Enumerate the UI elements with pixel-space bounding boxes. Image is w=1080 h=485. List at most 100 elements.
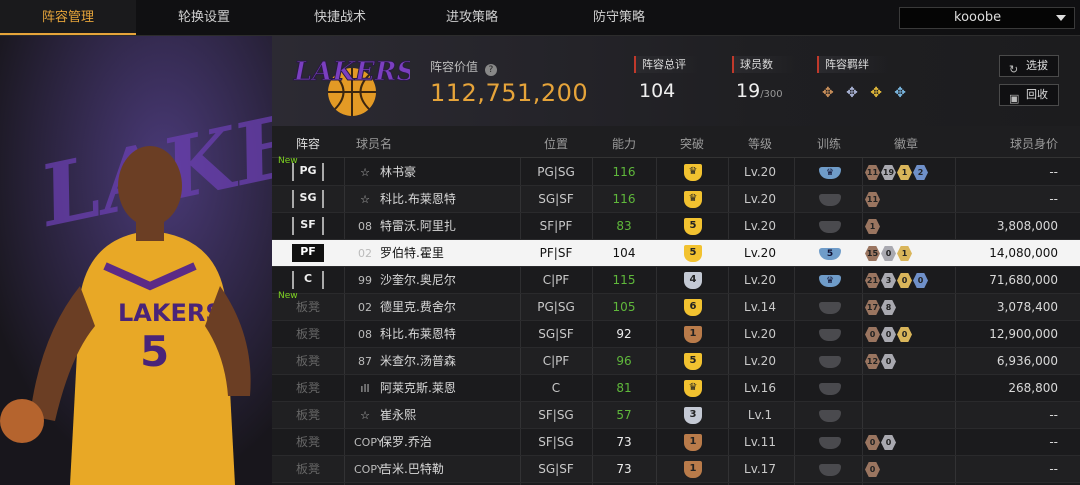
breakthrough-cell: 5 [676,240,712,267]
breakthrough-cell: 3 [676,402,712,429]
player-name[interactable]: 阿莱克斯.莱恩 [380,375,456,402]
slot-label[interactable]: 板凳 [292,456,324,483]
table-row[interactable]: C 99 沙奎尔.奥尼尔 C|PF 115 4 Lv.20 ♛ 21 3 0 0 71,680,000 [272,267,1080,294]
badge-icon: 15 [865,246,880,261]
slot-label[interactable]: PF [292,244,324,262]
col-ability[interactable]: 能力 [612,135,636,152]
bond-icons[interactable]: ✥ ✥ ✥ ✥ [822,82,913,102]
player-level: Lv.11 [744,435,776,449]
lineup-summary-bar: LAKERS 阵容价值 ? 112,751,200 阵容总评 104 球员数 1… [272,36,1080,126]
lineup-bond-label: 阵容羁绊 [817,56,889,73]
table-row[interactable]: 板凳 08 科比.布莱恩特 SG|SF 92 1 Lv.20 0 0 0 12,900,000 [272,321,1080,348]
badge-icon: 17 [865,300,880,315]
account-name: kooobe [954,10,1002,25]
badges-cell: 00 [865,429,955,456]
lineup-value: 112,751,200 [430,79,589,107]
tab-offense-strategy[interactable]: 进攻策略 [404,0,540,35]
team-logo-text: LAKERS [293,57,410,87]
badge-icon: 2 [913,165,928,180]
badge-icon: 1 [897,246,912,261]
badges-cell: 0 [865,456,955,483]
table-row[interactable]: 板凳 ☆ 崔永熙 SF|SG 57 3 Lv.1 -- [272,402,1080,429]
table-row[interactable]: New 板凳 02 德里克.费舍尔 PG|SG 105 6 Lv.14 17 8 3,078,400 [272,291,1080,321]
slot-label[interactable]: PG [292,163,324,181]
slot-label[interactable]: 板凳 [292,348,324,375]
training-cell [812,348,848,375]
table-row[interactable]: 板凳 ıll 阿莱克斯.莱恩 C 81 ♛ Lv.16 268,800 [272,375,1080,402]
table-row[interactable]: 板凳 87 米查尔.汤普森 C|PF 96 5 Lv.20 12 0 6,936,000 [272,348,1080,375]
table-header: 阵容 球员名 位置 能力 突破 等级 训练 徽章 球员身价 [272,126,1080,158]
player-level: Lv.1 [747,408,773,422]
tab-rotation-settings[interactable]: 轮换设置 [136,0,272,35]
tab-quick-tactics[interactable]: 快捷战术 [272,0,408,35]
col-level[interactable]: 等级 [748,135,772,152]
player-name[interactable]: 罗伯特.霍里 [380,240,444,267]
breakthrough-icon: ♛ [684,191,702,208]
player-name[interactable]: 德里克.费舍尔 [380,294,456,321]
player-level: Lv.20 [744,327,776,341]
table-row[interactable]: New PG ☆ 林书豪 PG|SG 116 ♛ Lv.20 ♛ 11 19 1 2 -- [272,156,1080,186]
player-ability: 81 [616,381,632,395]
slot-label[interactable]: 板凳 [292,294,324,321]
slot-label[interactable]: 板凳 [292,402,324,429]
player-count-label: 球员数 [732,56,796,73]
col-training[interactable]: 训练 [817,135,841,152]
player-name[interactable]: 特雷沃.阿里扎 [380,213,456,240]
badge-icon: 11 [865,165,880,180]
slot-label[interactable]: 板凳 [292,429,324,456]
player-name[interactable]: 科比.布莱恩特 [380,186,456,213]
account-dropdown[interactable]: kooobe [899,7,1075,29]
player-name[interactable]: 吉米.巴特勒 [380,456,444,483]
player-portrait-image: LAKERS LAKERS 5 [0,36,272,485]
table-row[interactable]: SF 08 特雷沃.阿里扎 SF|PF 83 5 Lv.20 1 3,808,000 [272,213,1080,240]
team-logo: LAKERS [293,57,410,116]
slot-label[interactable]: 板凳 [292,321,324,348]
tab-lineup-management[interactable]: 阵容管理 [0,0,136,35]
table-row[interactable]: SG ☆ 科比.布莱恩特 SG|SF 116 ♛ Lv.20 11 -- [272,186,1080,213]
pick-button[interactable]: ↻ 选拔 [999,55,1059,77]
lineup-rating-label: 阵容总评 [634,56,698,73]
bond-icon[interactable]: ✥ [870,85,886,101]
slot-label[interactable]: 板凳 [292,375,324,402]
training-cell [812,186,848,213]
player-name[interactable]: 科比.布莱恩特 [380,321,456,348]
badge-icon: 0 [897,273,912,288]
player-name[interactable]: 沙奎尔.奥尼尔 [380,267,456,294]
recycle-icon: ▣ [1009,92,1020,105]
help-icon[interactable]: ? [484,64,497,76]
recycle-button[interactable]: ▣ 回收 [999,84,1059,106]
breakthrough-icon: 3 [684,407,702,424]
badges-cell: 17 8 [865,294,955,321]
table-row[interactable]: 板凳 COPY 保罗.乔治 SF|SG 73 1 Lv.11 0 0 -- [272,429,1080,456]
player-number-icon: 99 [358,274,372,287]
breakthrough-icon: 1 [684,434,702,451]
bond-icon[interactable]: ✥ [894,85,910,101]
player-position: SG|SF [538,462,574,476]
col-position[interactable]: 位置 [544,135,568,152]
player-name[interactable]: 崔永熙 [380,402,416,429]
player-name[interactable]: 米查尔.汤普森 [380,348,456,375]
breakthrough-cell: ♛ [676,186,712,213]
table-row[interactable]: 板凳 COPY 吉米.巴特勒 SG|SF 73 1 Lv.17 0 -- [272,456,1080,483]
slot-label[interactable]: SF [292,217,324,235]
lineup-value-label: 阵容价值 ? [430,58,497,76]
tab-defense-strategy[interactable]: 防守策略 [551,0,687,35]
player-name[interactable]: 保罗.乔治 [380,429,432,456]
badge-icon: 12 [865,354,880,369]
player-name[interactable]: 林书豪 [380,159,416,186]
col-player-value[interactable]: 球员身价 [1010,135,1058,152]
player-value: -- [1049,408,1058,422]
slot-label[interactable]: SG [292,190,324,208]
badge-icon: 19 [881,165,896,180]
player-position: C|PF [542,354,570,368]
table-row[interactable]: PF 02 罗伯特.霍里 PF|SF 104 5 Lv.20 5 15 0 1 14,080,000 [272,240,1080,267]
col-player-name[interactable]: 球员名 [356,135,392,152]
slot-label[interactable]: C [292,271,324,289]
svg-text:5: 5 [140,327,169,376]
col-slot[interactable]: 阵容 [296,135,320,152]
bond-icon[interactable]: ✥ [822,85,838,101]
col-badges[interactable]: 徽章 [894,135,918,152]
bond-icon[interactable]: ✥ [846,85,862,101]
player-level: Lv.20 [744,273,776,287]
col-breakthrough[interactable]: 突破 [680,135,704,152]
